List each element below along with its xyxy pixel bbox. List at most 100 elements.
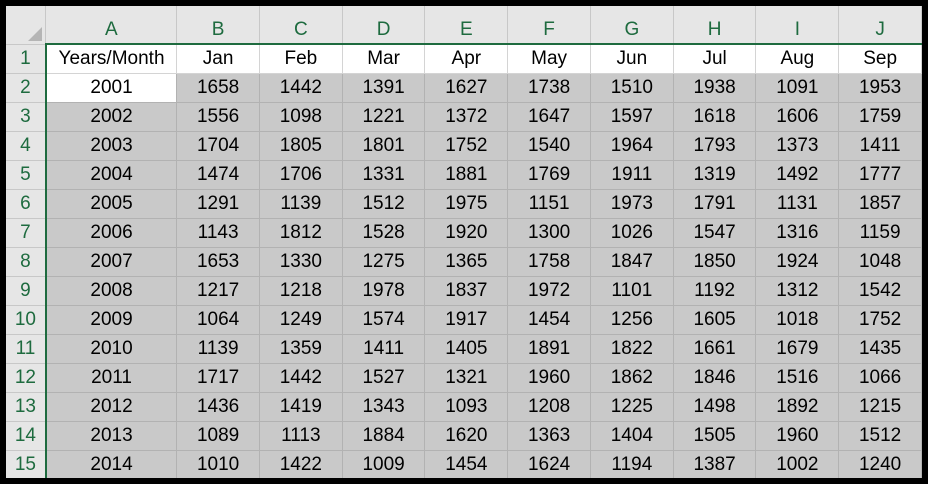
cell-f11[interactable]: 1891 [507,334,591,364]
cell-d15[interactable]: 1009 [342,450,426,478]
cell-e8[interactable]: 1365 [424,247,509,277]
cell-b13[interactable]: 1436 [176,392,260,422]
row-header-7[interactable]: 7 [6,218,47,248]
cell-j10[interactable]: 1752 [838,305,922,335]
cell-h14[interactable]: 1505 [673,421,757,451]
row-header-14[interactable]: 14 [6,421,47,451]
cell-b14[interactable]: 1089 [176,421,260,451]
cell-g14[interactable]: 1404 [590,421,674,451]
row-header-4[interactable]: 4 [6,131,47,161]
cell-g12[interactable]: 1862 [590,363,674,393]
cell-f8[interactable]: 1758 [507,247,591,277]
cell-c11[interactable]: 1359 [259,334,343,364]
cell-a6[interactable]: 2005 [45,189,178,219]
cell-c1[interactable]: Feb [259,44,343,74]
cell-g13[interactable]: 1225 [590,392,674,422]
cell-i3[interactable]: 1606 [755,102,840,132]
cell-b3[interactable]: 1556 [176,102,260,132]
cell-c3[interactable]: 1098 [259,102,343,132]
cell-i4[interactable]: 1373 [755,131,840,161]
cell-a12[interactable]: 2011 [45,363,178,393]
cell-a2[interactable]: 2001 [45,73,178,103]
column-header-h[interactable]: H [673,6,757,45]
cell-b7[interactable]: 1143 [176,218,260,248]
cell-f12[interactable]: 1960 [507,363,591,393]
cell-e15[interactable]: 1454 [424,450,509,478]
cell-i9[interactable]: 1312 [755,276,840,306]
cell-h1[interactable]: Jul [673,44,757,74]
cell-c7[interactable]: 1812 [259,218,343,248]
column-header-f[interactable]: F [507,6,591,45]
cell-i6[interactable]: 1131 [755,189,840,219]
cell-j14[interactable]: 1512 [838,421,922,451]
cell-e5[interactable]: 1881 [424,160,509,190]
cell-j7[interactable]: 1159 [838,218,922,248]
cell-g5[interactable]: 1911 [590,160,674,190]
cell-g3[interactable]: 1597 [590,102,674,132]
cell-e9[interactable]: 1837 [424,276,509,306]
column-header-j[interactable]: J [838,6,922,45]
cell-j3[interactable]: 1759 [838,102,922,132]
cell-i8[interactable]: 1924 [755,247,840,277]
cell-d6[interactable]: 1512 [342,189,426,219]
cell-j9[interactable]: 1542 [838,276,922,306]
cell-h10[interactable]: 1605 [673,305,757,335]
cell-e1[interactable]: Apr [424,44,509,74]
row-header-12[interactable]: 12 [6,363,47,393]
cell-e7[interactable]: 1920 [424,218,509,248]
cell-i11[interactable]: 1679 [755,334,840,364]
cell-d7[interactable]: 1528 [342,218,426,248]
cell-b1[interactable]: Jan [176,44,260,74]
cell-h2[interactable]: 1938 [673,73,757,103]
column-header-i[interactable]: I [755,6,840,45]
cell-d9[interactable]: 1978 [342,276,426,306]
cell-e14[interactable]: 1620 [424,421,509,451]
cell-d10[interactable]: 1574 [342,305,426,335]
cell-c14[interactable]: 1113 [259,421,343,451]
cell-a13[interactable]: 2012 [45,392,178,422]
cell-g10[interactable]: 1256 [590,305,674,335]
cell-c12[interactable]: 1442 [259,363,343,393]
cell-b9[interactable]: 1217 [176,276,260,306]
cell-b2[interactable]: 1658 [176,73,260,103]
cell-e13[interactable]: 1093 [424,392,509,422]
cell-i14[interactable]: 1960 [755,421,840,451]
cell-c2[interactable]: 1442 [259,73,343,103]
row-header-13[interactable]: 13 [6,392,47,422]
cell-h4[interactable]: 1793 [673,131,757,161]
cell-a15[interactable]: 2014 [45,450,178,478]
cell-h6[interactable]: 1791 [673,189,757,219]
cell-h13[interactable]: 1498 [673,392,757,422]
cell-j1[interactable]: Sep [838,44,922,74]
cell-d13[interactable]: 1343 [342,392,426,422]
cell-g9[interactable]: 1101 [590,276,674,306]
cell-c4[interactable]: 1805 [259,131,343,161]
cell-f10[interactable]: 1454 [507,305,591,335]
column-header-e[interactable]: E [424,6,509,45]
cell-h9[interactable]: 1192 [673,276,757,306]
cell-j2[interactable]: 1953 [838,73,922,103]
cell-j15[interactable]: 1240 [838,450,922,478]
cell-b11[interactable]: 1139 [176,334,260,364]
cell-f2[interactable]: 1738 [507,73,591,103]
cell-d4[interactable]: 1801 [342,131,426,161]
cell-h3[interactable]: 1618 [673,102,757,132]
cell-f14[interactable]: 1363 [507,421,591,451]
cell-j11[interactable]: 1435 [838,334,922,364]
cell-c6[interactable]: 1139 [259,189,343,219]
cell-b15[interactable]: 1010 [176,450,260,478]
cell-d12[interactable]: 1527 [342,363,426,393]
cell-d1[interactable]: Mar [342,44,426,74]
row-header-1[interactable]: 1 [6,44,47,74]
cell-i1[interactable]: Aug [755,44,840,74]
cell-j13[interactable]: 1215 [838,392,922,422]
cell-h7[interactable]: 1547 [673,218,757,248]
cell-g7[interactable]: 1026 [590,218,674,248]
cell-i10[interactable]: 1018 [755,305,840,335]
cell-e11[interactable]: 1405 [424,334,509,364]
row-header-5[interactable]: 5 [6,160,47,190]
column-header-c[interactable]: C [259,6,343,45]
cell-c15[interactable]: 1422 [259,450,343,478]
cell-e2[interactable]: 1627 [424,73,509,103]
cell-b6[interactable]: 1291 [176,189,260,219]
